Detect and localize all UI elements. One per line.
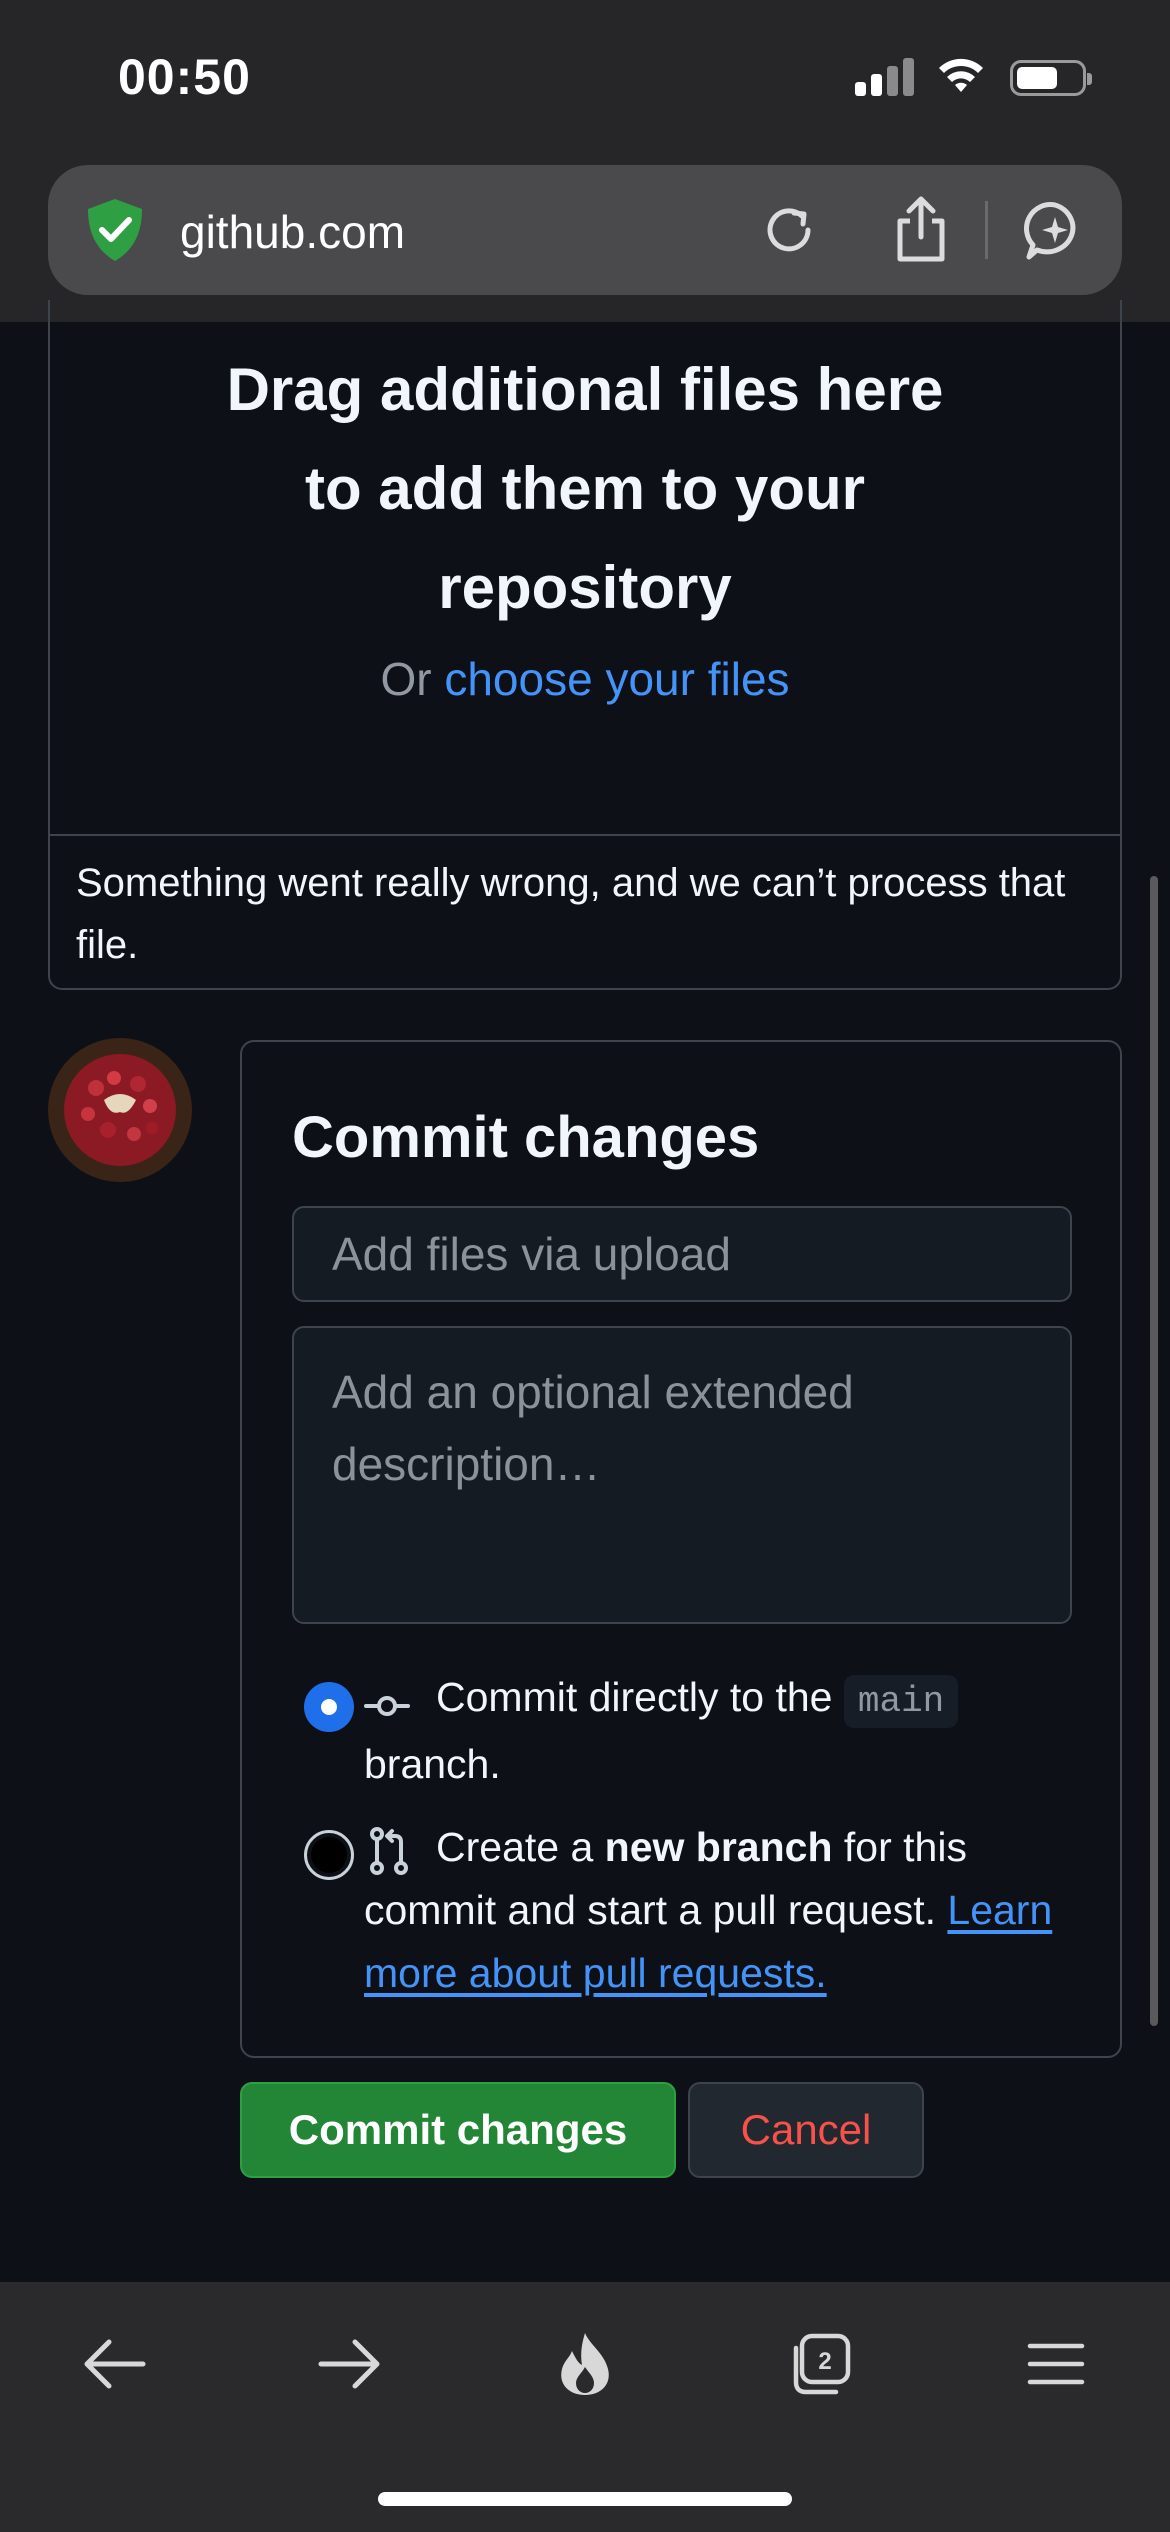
new-branch-radio[interactable] — [304, 1830, 354, 1880]
avatar-image — [48, 1038, 192, 1182]
shield-check-icon — [88, 199, 142, 261]
fire-button[interactable] — [535, 2324, 635, 2404]
commit-direct-radio[interactable] — [304, 1682, 354, 1732]
back-arrow-icon — [84, 2339, 146, 2389]
menu-icon — [1027, 2343, 1085, 2385]
commit-description-input[interactable] — [292, 1326, 1072, 1624]
file-dropzone[interactable]: Drag additional files here to add them t… — [48, 300, 1122, 990]
dropzone-subtitle: Or choose your files — [50, 652, 1120, 706]
reload-icon[interactable] — [758, 199, 820, 261]
tabs-button[interactable]: 2 — [770, 2324, 870, 2404]
choose-files-link[interactable]: choose your files — [444, 653, 789, 705]
new-branch-label[interactable]: Create a new branch for this commit and … — [364, 1816, 1054, 2005]
cellular-signal-icon — [855, 58, 915, 96]
commit-title: Commit changes — [292, 1105, 760, 1170]
address-divider — [985, 201, 988, 259]
browser-top-chrome: 00:50 github.com — [0, 0, 1170, 322]
status-time: 00:50 — [118, 49, 251, 105]
back-button[interactable] — [64, 2324, 164, 2404]
fire-icon — [561, 2333, 609, 2395]
cancel-button[interactable]: Cancel — [688, 2082, 924, 2178]
wifi-icon — [939, 58, 983, 92]
tab-count: 2 — [818, 2348, 831, 2375]
ai-sparkle-icon[interactable] — [1023, 199, 1087, 263]
commit-direct-label[interactable]: Commit directly to the main branch. — [364, 1666, 1054, 1796]
address-text[interactable]: github.com — [180, 205, 405, 259]
forward-arrow-icon — [318, 2339, 380, 2389]
forward-button[interactable] — [300, 2324, 400, 2404]
share-icon[interactable] — [890, 193, 952, 265]
menu-button[interactable] — [1006, 2324, 1106, 2404]
address-bar[interactable]: github.com — [48, 165, 1122, 295]
battery-icon — [1010, 60, 1092, 96]
tabs-icon: 2 — [793, 2333, 851, 2395]
new-branch-prefix: Create a — [436, 1824, 594, 1870]
upload-error-message: Something went really wrong, and we can’… — [76, 861, 1066, 967]
branch-name-pill: main — [843, 1675, 959, 1728]
avatar[interactable] — [48, 1038, 192, 1182]
new-branch-bold: new branch — [604, 1824, 833, 1870]
commit-changes-button[interactable]: Commit changes — [240, 2082, 676, 2178]
page-scrollbar[interactable] — [1150, 876, 1158, 2026]
commit-changes-panel: Commit changes Commit directly to the ma… — [240, 1040, 1122, 2058]
commit-direct-suffix: branch. — [364, 1741, 501, 1787]
dropzone-or-text: Or — [380, 653, 432, 705]
dropzone-title: Drag additional files here to add them t… — [226, 356, 944, 621]
commit-summary-input[interactable] — [292, 1206, 1072, 1302]
dropzone-divider — [50, 834, 1120, 836]
home-indicator[interactable] — [378, 2492, 792, 2506]
commit-direct-prefix: Commit directly to the — [436, 1674, 833, 1720]
